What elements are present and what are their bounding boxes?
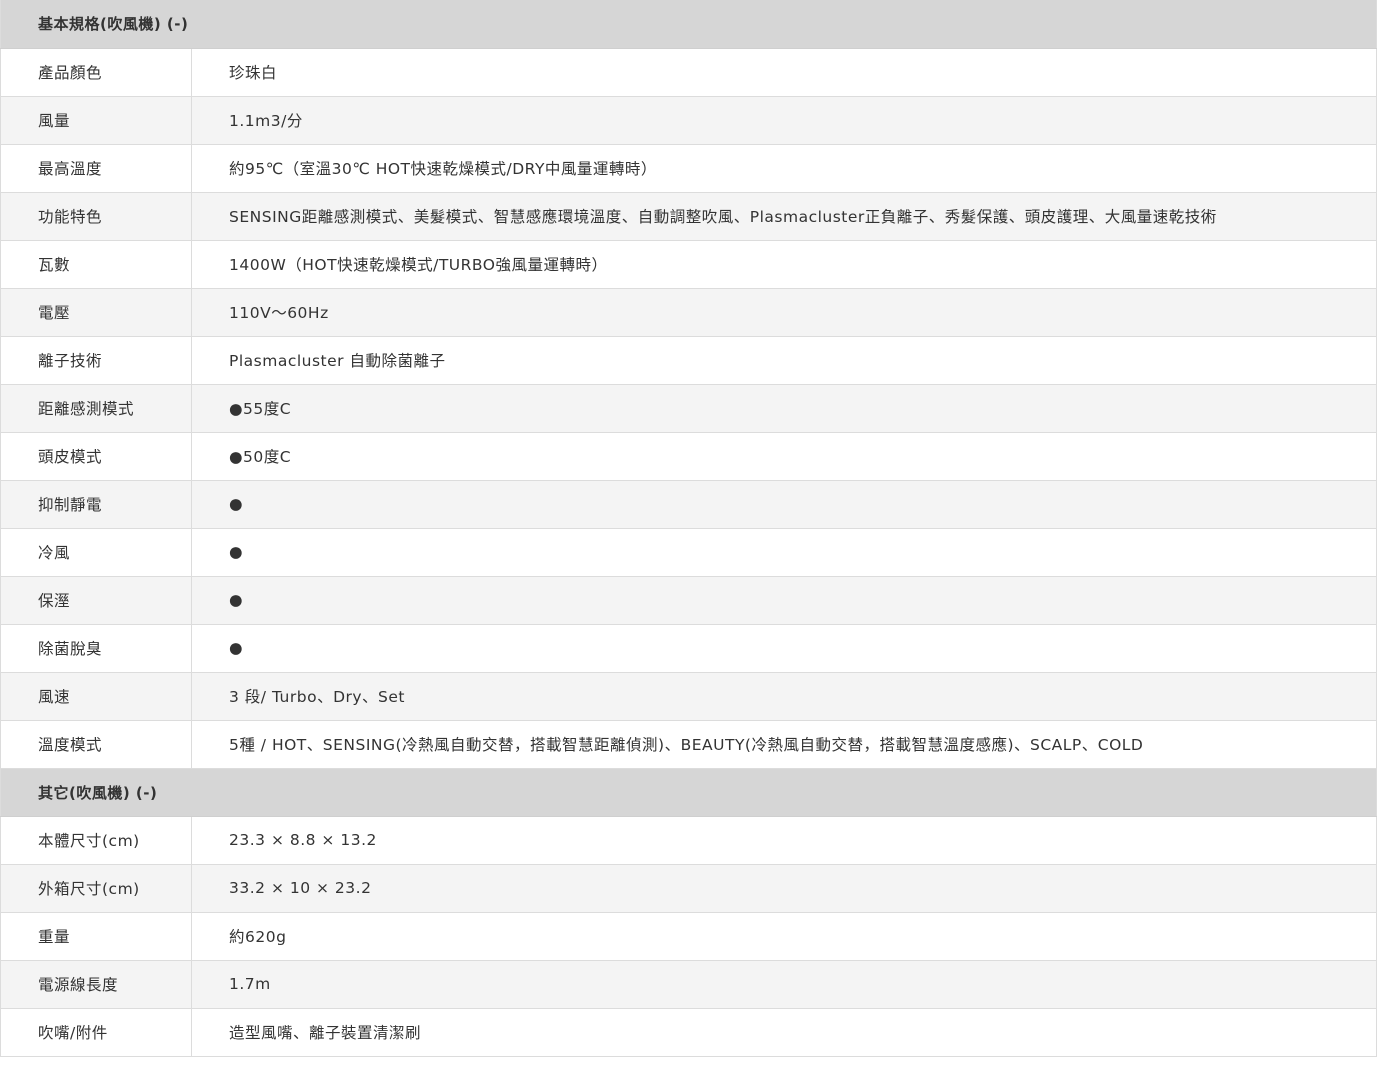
spec-label: 風量 — [0, 96, 192, 145]
spec-value: ● — [191, 624, 1377, 673]
spec-label: 功能特色 — [0, 192, 192, 241]
spec-row-weight: 重量 約620g — [0, 912, 1377, 961]
spec-row-cord-length: 電源線長度 1.7m — [0, 960, 1377, 1009]
section-basic-specs: 基本規格(吹風機) (-) 產品顏色 珍珠白 風量 1.1m3/分 最高溫度 約… — [0, 0, 1377, 769]
spec-value: 1.7m — [191, 960, 1377, 1009]
spec-value: Plasmacluster 自動除菌離子 — [191, 336, 1377, 385]
spec-row-wattage: 瓦數 1400W（HOT快速乾燥模式/TURBO強風量運轉時） — [0, 240, 1377, 289]
spec-label: 除菌脫臭 — [0, 624, 192, 673]
spec-row-deodorize: 除菌脫臭 ● — [0, 624, 1377, 673]
spec-value: ● — [191, 528, 1377, 577]
section-title: 基本規格(吹風機) (-) — [0, 0, 1377, 49]
section-title: 其它(吹風機) (-) — [0, 768, 1377, 817]
section-header[interactable]: 基本規格(吹風機) (-) — [0, 0, 1377, 49]
spec-row-moisturize: 保溼 ● — [0, 576, 1377, 625]
section-other: 其它(吹風機) (-) 本體尺寸(cm) 23.3 × 8.8 × 13.2 外… — [0, 768, 1377, 1057]
spec-value: 珍珠白 — [191, 48, 1377, 97]
spec-label: 抑制靜電 — [0, 480, 192, 529]
spec-row-max-temp: 最高溫度 約95℃（室溫30℃ HOT快速乾燥模式/DRY中風量運轉時） — [0, 144, 1377, 193]
spec-row-distance-sensing: 距離感測模式 ●55度C — [0, 384, 1377, 433]
spec-label: 風速 — [0, 672, 192, 721]
spec-row-temp-modes: 溫度模式 5種 / HOT、SENSING(冷熱風自動交替，搭載智慧距離偵測)、… — [0, 720, 1377, 769]
spec-value: 1.1m3/分 — [191, 96, 1377, 145]
spec-label: 離子技術 — [0, 336, 192, 385]
spec-value: ● — [191, 480, 1377, 529]
spec-value: ●50度C — [191, 432, 1377, 481]
spec-label: 溫度模式 — [0, 720, 192, 769]
spec-value: SENSING距離感測模式、美髮模式、智慧感應環境溫度、自動調整吹風、Plasm… — [191, 192, 1377, 241]
spec-row-accessories: 吹嘴/附件 造型風嘴、離子裝置清潔刷 — [0, 1008, 1377, 1057]
spec-row-cold-air: 冷風 ● — [0, 528, 1377, 577]
spec-value: 造型風嘴、離子裝置清潔刷 — [191, 1008, 1377, 1057]
spec-table: 基本規格(吹風機) (-) 產品顏色 珍珠白 風量 1.1m3/分 最高溫度 約… — [0, 0, 1377, 1057]
spec-row-body-size: 本體尺寸(cm) 23.3 × 8.8 × 13.2 — [0, 816, 1377, 865]
spec-row-airflow: 風量 1.1m3/分 — [0, 96, 1377, 145]
spec-value: 約95℃（室溫30℃ HOT快速乾燥模式/DRY中風量運轉時） — [191, 144, 1377, 193]
spec-label: 產品顏色 — [0, 48, 192, 97]
spec-row-color: 產品顏色 珍珠白 — [0, 48, 1377, 97]
spec-label: 重量 — [0, 912, 192, 961]
spec-label: 頭皮模式 — [0, 432, 192, 481]
spec-label: 本體尺寸(cm) — [0, 816, 192, 865]
section-header[interactable]: 其它(吹風機) (-) — [0, 768, 1377, 817]
spec-value: 5種 / HOT、SENSING(冷熱風自動交替，搭載智慧距離偵測)、BEAUT… — [191, 720, 1377, 769]
spec-value: 110V～60Hz — [191, 288, 1377, 337]
spec-label: 電源線長度 — [0, 960, 192, 1009]
spec-row-scalp-mode: 頭皮模式 ●50度C — [0, 432, 1377, 481]
spec-label: 電壓 — [0, 288, 192, 337]
spec-label: 保溼 — [0, 576, 192, 625]
spec-label: 最高溫度 — [0, 144, 192, 193]
spec-row-wind-speed: 風速 3 段/ Turbo、Dry、Set — [0, 672, 1377, 721]
spec-label: 外箱尺寸(cm) — [0, 864, 192, 913]
spec-value: ●55度C — [191, 384, 1377, 433]
spec-row-voltage: 電壓 110V～60Hz — [0, 288, 1377, 337]
spec-label: 冷風 — [0, 528, 192, 577]
spec-value: ● — [191, 576, 1377, 625]
spec-row-anti-static: 抑制靜電 ● — [0, 480, 1377, 529]
spec-value: 1400W（HOT快速乾燥模式/TURBO強風量運轉時） — [191, 240, 1377, 289]
spec-value: 約620g — [191, 912, 1377, 961]
spec-row-ion-tech: 離子技術 Plasmacluster 自動除菌離子 — [0, 336, 1377, 385]
spec-label: 距離感測模式 — [0, 384, 192, 433]
spec-value: 23.3 × 8.8 × 13.2 — [191, 816, 1377, 865]
spec-label: 吹嘴/附件 — [0, 1008, 192, 1057]
spec-row-box-size: 外箱尺寸(cm) 33.2 × 10 × 23.2 — [0, 864, 1377, 913]
spec-value: 33.2 × 10 × 23.2 — [191, 864, 1377, 913]
spec-label: 瓦數 — [0, 240, 192, 289]
spec-row-features: 功能特色 SENSING距離感測模式、美髮模式、智慧感應環境溫度、自動調整吹風、… — [0, 192, 1377, 241]
spec-value: 3 段/ Turbo、Dry、Set — [191, 672, 1377, 721]
